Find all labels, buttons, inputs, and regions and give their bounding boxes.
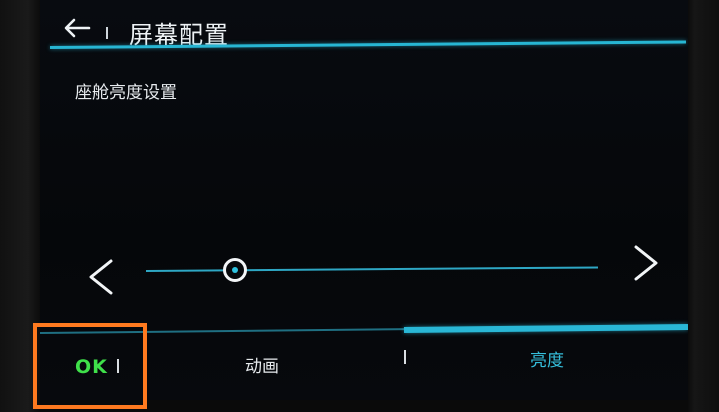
bezel-right xyxy=(688,0,719,412)
brightness-slider-track[interactable] xyxy=(145,266,598,272)
slider-thumb-dot xyxy=(232,267,238,273)
header-separator xyxy=(106,27,108,39)
tab-separator xyxy=(404,350,406,364)
tab-brightness[interactable]: 亮度 xyxy=(530,346,564,371)
chevron-left-icon[interactable] xyxy=(85,258,115,296)
tab-animation[interactable]: 动画 xyxy=(245,352,279,377)
photo-frame: 屏幕配置 座舱亮度设置 OK 动画 亮度 xyxy=(0,0,719,412)
section-label: 座舱亮度设置 xyxy=(75,83,177,103)
active-tab-indicator xyxy=(403,324,688,333)
arrow-left-icon[interactable] xyxy=(63,18,91,38)
brightness-slider-thumb[interactable] xyxy=(223,258,247,282)
highlight-box xyxy=(33,323,147,409)
chevron-right-icon[interactable] xyxy=(632,244,662,282)
